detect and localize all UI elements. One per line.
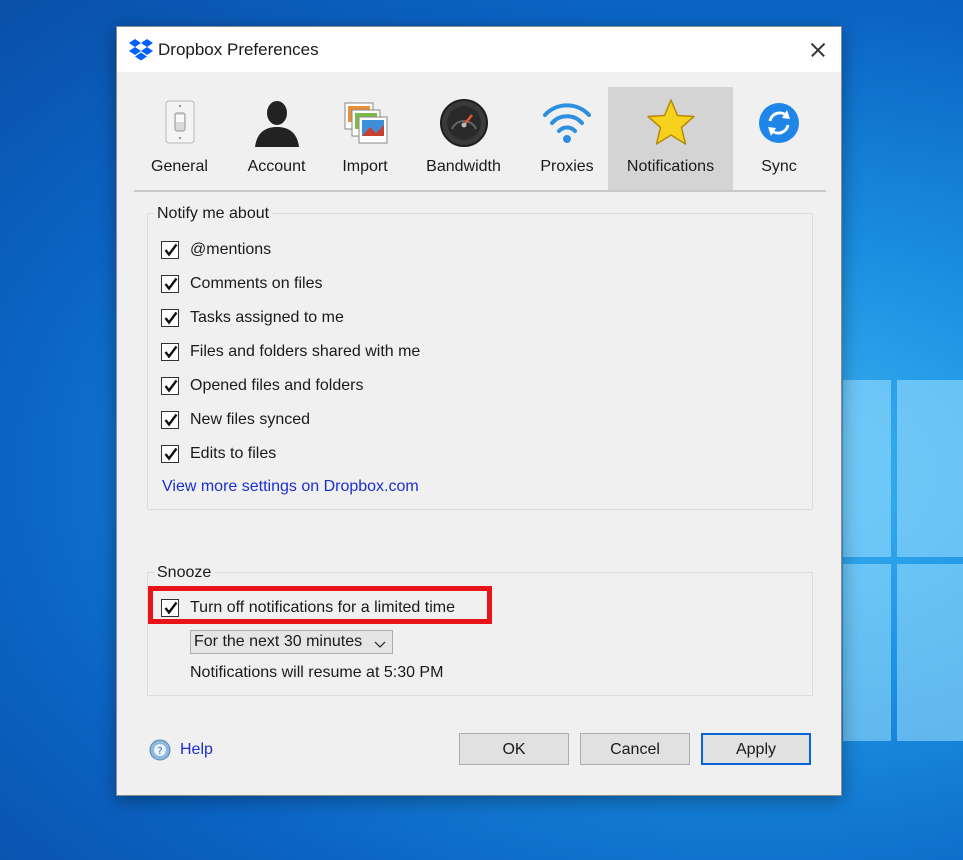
checkmark-icon — [164, 311, 178, 325]
light-switch-icon — [154, 97, 206, 149]
checkbox-box[interactable] — [161, 445, 179, 463]
checkbox-label: Files and folders shared with me — [190, 343, 421, 360]
resume-time-text: Notifications will resume at 5:30 PM — [190, 664, 444, 681]
tab-bandwidth[interactable]: Bandwidth — [406, 87, 521, 190]
checkmark-icon — [164, 243, 178, 257]
tab-proxies[interactable]: Proxies — [522, 87, 612, 190]
checkmark-icon — [164, 379, 178, 393]
title-bar: Dropbox Preferences — [117, 27, 841, 72]
windows-logo — [843, 380, 963, 820]
apply-button[interactable]: Apply — [701, 733, 811, 765]
tab-account[interactable]: Account — [227, 87, 326, 190]
checkbox-box[interactable] — [161, 377, 179, 395]
snooze-group-label: Snooze — [154, 564, 215, 582]
tab-bandwidth-label: Bandwidth — [426, 158, 501, 175]
tab-sync-label: Sync — [761, 158, 797, 175]
preferences-tabs: General Account Import Bandwidth Proxies… — [134, 87, 826, 192]
speedometer-icon — [438, 97, 490, 149]
snooze-duration-value: For the next 30 minutes — [194, 633, 363, 650]
notify-group-label: Notify me about — [154, 205, 273, 223]
checkmark-icon — [164, 413, 178, 427]
tab-notifications-label: Notifications — [626, 158, 715, 175]
checkmark-icon — [164, 345, 178, 359]
ok-button[interactable]: OK — [459, 733, 569, 765]
preferences-dialog: Dropbox Preferences General Account Impo… — [116, 26, 842, 796]
checkbox-label: Comments on files — [190, 275, 323, 292]
help-label: Help — [180, 741, 213, 758]
checkbox-box[interactable] — [161, 309, 179, 327]
highlight-box — [148, 586, 492, 624]
checkbox-box[interactable] — [161, 411, 179, 429]
checkbox-label: Tasks assigned to me — [190, 309, 344, 326]
tab-import[interactable]: Import — [324, 87, 406, 190]
tab-import-label: Import — [342, 158, 388, 175]
sync-icon — [753, 97, 805, 149]
cancel-button[interactable]: Cancel — [580, 733, 690, 765]
checkmark-icon — [164, 277, 178, 291]
star-icon — [645, 97, 697, 149]
checkbox-box[interactable] — [161, 343, 179, 361]
dropbox-logo-icon — [129, 39, 153, 61]
window-title: Dropbox Preferences — [158, 40, 319, 59]
chevron-down-icon — [374, 637, 386, 648]
wifi-icon — [541, 97, 593, 149]
svg-text:?: ? — [157, 746, 162, 757]
tab-account-label: Account — [247, 158, 306, 175]
checkbox-label: Edits to files — [190, 445, 277, 462]
help-icon: ? — [149, 739, 171, 761]
tab-general-label: General — [151, 158, 208, 175]
checkbox-box[interactable] — [161, 275, 179, 293]
tab-proxies-label: Proxies — [540, 158, 594, 175]
snooze-duration-select[interactable]: For the next 30 minutes — [190, 630, 393, 654]
tab-notifications[interactable]: Notifications — [608, 87, 733, 190]
checkbox-label: Opened files and folders — [190, 377, 364, 394]
checkbox-box[interactable] — [161, 241, 179, 259]
tab-sync[interactable]: Sync — [734, 87, 824, 190]
checkbox-label: New files synced — [190, 411, 311, 428]
checkmark-icon — [164, 447, 178, 461]
checkbox-label: @mentions — [190, 241, 272, 258]
user-silhouette-icon — [251, 97, 303, 149]
close-button[interactable] — [795, 27, 841, 72]
photos-import-icon — [339, 97, 391, 149]
tab-general[interactable]: General — [134, 87, 225, 190]
more-settings-link[interactable]: View more settings on Dropbox.com — [162, 478, 419, 496]
